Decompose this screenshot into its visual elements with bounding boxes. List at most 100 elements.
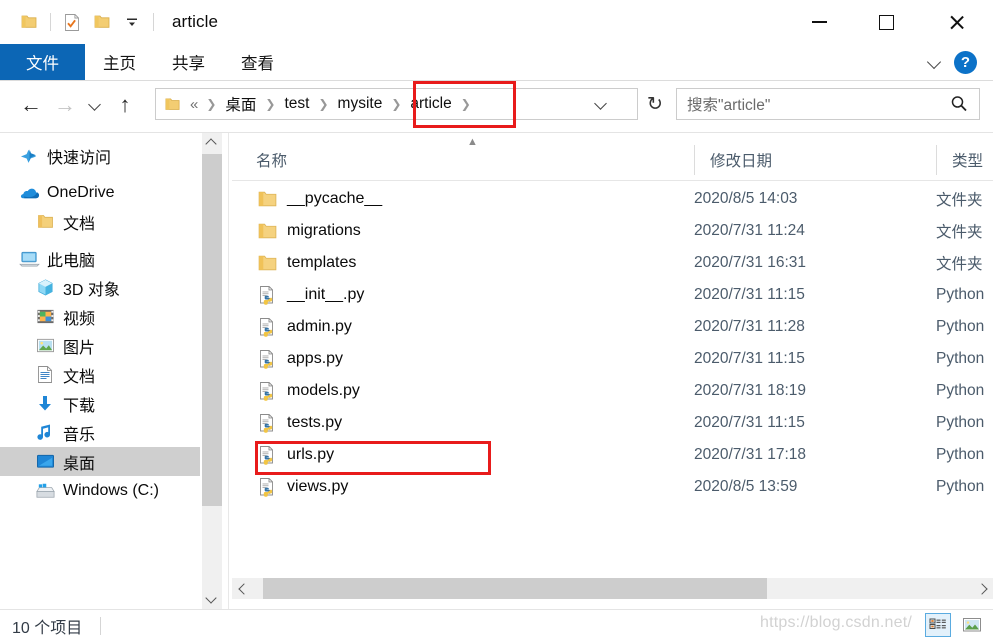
table-row[interactable]: admin.py 2020/7/31 11:28 Python — [232, 311, 993, 343]
column-header-date[interactable]: 修改日期 — [694, 141, 772, 179]
navigation-buttons: ← → ↑ — [0, 88, 142, 122]
up-button[interactable]: ↑ — [108, 88, 142, 122]
column-header-name[interactable]: 名称 — [256, 141, 287, 179]
file-type-cell: Python — [936, 382, 985, 399]
table-row[interactable]: models.py 2020/7/31 18:19 Python — [232, 375, 993, 407]
up-arrow-icon: ↑ — [119, 92, 131, 117]
title-bar: article — [0, 0, 993, 44]
chevron-down-icon — [207, 594, 217, 604]
close-button[interactable] — [921, 0, 993, 44]
minimize-button[interactable] — [787, 0, 851, 44]
forward-arrow-icon: → — [54, 92, 76, 117]
search-box[interactable]: 搜索"article" — [676, 88, 980, 120]
table-row[interactable]: __pycache__ 2020/8/5 14:03 文件夹 — [232, 183, 993, 215]
help-button[interactable]: ? — [954, 50, 977, 74]
scrollbar-thumb[interactable] — [202, 154, 222, 506]
file-name-cell[interactable]: views.py — [256, 476, 348, 498]
table-row[interactable]: views.py 2020/8/5 13:59 Python — [232, 471, 993, 503]
file-name-cell[interactable]: __init__.py — [256, 284, 364, 306]
address-dropdown-button[interactable] — [595, 89, 607, 119]
videos-icon — [34, 307, 56, 327]
breadcrumb-item-test[interactable]: test — [280, 95, 313, 113]
file-type-cell: Python — [936, 286, 985, 303]
file-name-cell[interactable]: admin.py — [256, 316, 352, 338]
scroll-right-button[interactable] — [972, 578, 993, 599]
file-name-cell[interactable]: models.py — [256, 380, 360, 402]
scroll-up-button[interactable] — [202, 133, 222, 153]
file-name-cell[interactable]: urls.py — [256, 444, 334, 466]
search-input[interactable]: 搜索"article" — [687, 93, 770, 115]
file-type-cell: Python — [936, 478, 985, 495]
folder-icon — [34, 212, 56, 232]
table-row[interactable]: apps.py 2020/7/31 11:15 Python — [232, 343, 993, 375]
file-date-cell: 2020/8/5 14:03 — [694, 190, 798, 207]
refresh-button[interactable]: ↻ — [641, 90, 669, 118]
breadcrumb-arrow-3[interactable]: ❯ — [386, 97, 406, 111]
sidebar-item-label: OneDrive — [47, 183, 115, 201]
tab-file[interactable]: 文件 — [0, 44, 85, 80]
file-name-cell[interactable]: tests.py — [256, 412, 342, 434]
table-row[interactable]: tests.py 2020/7/31 11:15 Python — [232, 407, 993, 439]
breadcrumb[interactable]: « ❯ 桌面 ❯ test ❯ mysite ❯ article ❯ — [155, 88, 638, 120]
sidebar-item-onedrive-documents[interactable]: 文档 — [0, 207, 200, 236]
breadcrumb-arrow-0[interactable]: ❯ — [201, 97, 221, 111]
python-file-icon — [256, 284, 278, 306]
sidebar-item-music[interactable]: 音乐 — [0, 418, 200, 447]
table-row[interactable]: templates 2020/7/31 16:31 文件夹 — [232, 247, 993, 279]
tab-view[interactable]: 查看 — [223, 44, 292, 80]
table-row[interactable]: __init__.py 2020/7/31 11:15 Python — [232, 279, 993, 311]
file-name-cell[interactable]: apps.py — [256, 348, 343, 370]
sidebar-item-downloads[interactable]: 下载 — [0, 389, 200, 418]
breadcrumb-overflow[interactable]: « — [187, 96, 201, 113]
scrollbar-thumb[interactable] — [263, 578, 767, 599]
file-date-cell: 2020/7/31 18:19 — [694, 382, 807, 399]
folder-icon[interactable] — [14, 7, 44, 37]
scroll-left-button[interactable] — [232, 578, 253, 599]
new-folder-icon[interactable] — [87, 7, 117, 37]
sidebar-item-documents[interactable]: 文档 — [0, 360, 200, 389]
navigation-pane-scrollbar[interactable] — [202, 133, 222, 609]
file-name-cell[interactable]: __pycache__ — [256, 188, 382, 210]
sidebar-item-this-pc[interactable]: 此电脑 — [0, 244, 200, 273]
properties-icon[interactable] — [57, 7, 87, 37]
watermark-text: https://blog.csdn.net/ — [760, 614, 913, 631]
file-name-cell[interactable]: migrations — [256, 220, 361, 242]
python-file-icon — [256, 348, 278, 370]
file-list-horizontal-scrollbar[interactable] — [232, 578, 993, 599]
expand-ribbon-icon[interactable] — [928, 55, 942, 69]
tab-share[interactable]: 共享 — [154, 44, 223, 80]
table-row[interactable]: migrations 2020/7/31 11:24 文件夹 — [232, 215, 993, 247]
sidebar-item-videos[interactable]: 视频 — [0, 302, 200, 331]
breadcrumb-item-mysite[interactable]: mysite — [334, 95, 387, 113]
ribbon-right-controls: ? — [928, 44, 985, 80]
sidebar-item-pictures[interactable]: 图片 — [0, 331, 200, 360]
file-name-label: __init__.py — [287, 286, 365, 303]
customize-dropdown-icon[interactable] — [117, 7, 147, 37]
table-row[interactable]: urls.py 2020/7/31 17:18 Python — [232, 439, 993, 471]
sidebar-item-quick-access[interactable]: 快速访问 — [0, 141, 200, 170]
pane-splitter[interactable] — [228, 133, 229, 609]
file-explorer-window: article 文件 主页 共享 查看 ? ← → ↑ « ❯ 桌面 ❯ tes… — [0, 0, 993, 642]
file-name-cell[interactable]: templates — [256, 252, 356, 274]
details-view-button[interactable] — [925, 613, 951, 637]
breadcrumb-item-article[interactable]: article — [406, 95, 455, 113]
sidebar-item-3d-objects[interactable]: 3D 对象 — [0, 273, 200, 302]
tab-home[interactable]: 主页 — [85, 44, 154, 80]
scroll-down-button[interactable] — [202, 589, 222, 609]
forward-button[interactable]: → — [48, 88, 82, 122]
large-icons-view-button[interactable] — [959, 613, 985, 637]
sidebar-item-onedrive[interactable]: OneDrive — [0, 178, 200, 207]
chevron-down-icon — [595, 98, 607, 110]
recent-locations-button[interactable] — [82, 88, 108, 122]
breadcrumb-arrow-2[interactable]: ❯ — [313, 97, 333, 111]
maximize-button[interactable] — [851, 0, 921, 44]
sidebar-item-desktop[interactable]: 桌面 — [0, 447, 200, 476]
back-button[interactable]: ← — [14, 88, 48, 122]
breadcrumb-arrow-1[interactable]: ❯ — [260, 97, 280, 111]
breadcrumb-item-desktop[interactable]: 桌面 — [221, 93, 260, 115]
quick-access-icon — [18, 146, 40, 166]
music-icon — [34, 423, 56, 443]
column-header-type[interactable]: 类型 — [936, 141, 983, 179]
sidebar-item-windows-c[interactable]: Windows (C:) — [0, 476, 200, 505]
breadcrumb-arrow-4[interactable]: ❯ — [456, 97, 476, 111]
